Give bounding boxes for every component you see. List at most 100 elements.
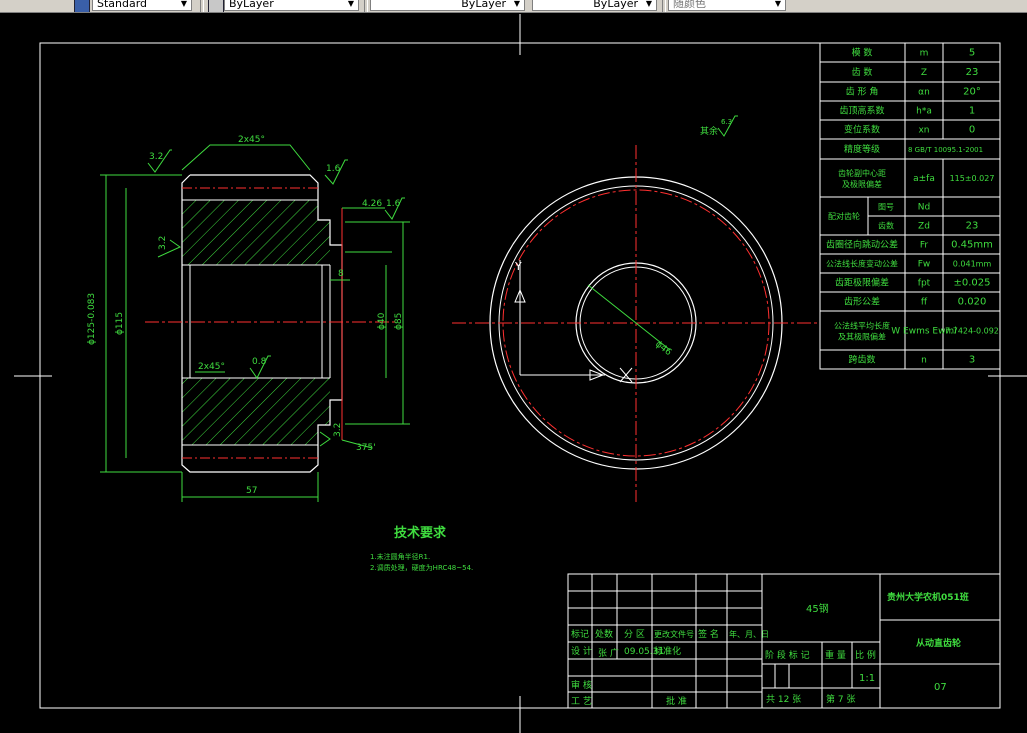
front-view: ϕ46 Y 其余 6.3	[452, 115, 820, 502]
tb-doc: 更改文件号	[654, 629, 694, 639]
color-select[interactable]: 随颜色 ▼	[668, 0, 786, 11]
param-name: 齿顶高系数	[839, 105, 884, 117]
dim-426-label: 4.26	[362, 199, 382, 209]
param-value: 8 GB/T 10095.1-2001	[908, 146, 983, 154]
tb-standardize: 标准化	[654, 645, 681, 657]
chevron-down-icon: ▼	[347, 0, 355, 8]
param-value: 0.020	[958, 297, 987, 308]
linetype-value: ByLayer	[461, 0, 506, 10]
param-name: 跨齿数	[848, 354, 875, 366]
chamfer-bottom-label: 2x45°	[198, 362, 225, 372]
param-value: 23	[966, 67, 979, 78]
param-name: 图号	[878, 203, 894, 212]
param-symbol: Z	[921, 68, 927, 78]
param-symbol: Nd	[918, 203, 930, 213]
param-symbol: m	[920, 49, 929, 59]
title-block: 45钢 贵州大学农机051班 从动直齿轮 07 标记 处数 分 区 更改文件号 …	[567, 573, 1001, 709]
roughness-32-top: 3.2	[149, 152, 163, 162]
dim-57-label: 57	[246, 486, 257, 496]
param-name: 变位系数	[844, 124, 880, 136]
hatch-lower	[182, 378, 330, 445]
param-name: 公法线平均长度	[834, 321, 890, 331]
param-name: 齿 形 角	[846, 86, 879, 98]
tb-mark: 标记	[571, 628, 589, 640]
lineweight-select[interactable]: ByLayer ▼	[532, 0, 657, 11]
school: 贵州大学农机051班	[887, 591, 969, 603]
param-name: 及极限偏差	[842, 179, 882, 189]
hatch-upper	[182, 200, 330, 265]
tb-count: 处数	[595, 628, 613, 640]
tb-date: 年、月、日	[729, 629, 769, 639]
dim-phi115-label: ϕ115	[115, 312, 125, 335]
dim-8-label: 8	[338, 269, 344, 279]
roughness-32-bottom: 3.2	[333, 423, 343, 437]
dim-phi40-label: ϕ40	[377, 312, 387, 330]
text-style-icon[interactable]	[74, 0, 90, 12]
param-rows: 模 数 m 5 齿 数 Z 23 齿 形 角 αn 20° 齿顶高系数 h*a 1 变位系数 xn 0 精度等…	[820, 47, 1000, 366]
tech-line-2: 2.调质处理，硬度为HRC48~54.	[370, 563, 473, 572]
tb-weight: 重 量	[825, 649, 846, 661]
dim-375-label: 375'	[356, 443, 376, 453]
param-value: 1	[969, 106, 975, 117]
param-symbol: a±fa	[913, 174, 935, 184]
param-value: 5	[969, 48, 975, 59]
other-roughness-value: 6.3	[721, 118, 732, 126]
param-name: 齿轮副中心距	[838, 168, 886, 178]
tb-approve: 批 准	[666, 695, 687, 707]
param-group-label: 配对齿轮	[828, 211, 860, 221]
roughness-32-left: 3.2	[158, 236, 168, 250]
tb-designer: 张 广	[598, 647, 619, 659]
param-symbol: h*a	[916, 107, 932, 117]
dim-phi125-label: ϕ125-0.083	[87, 293, 97, 345]
param-value: 0.041mm	[953, 260, 992, 269]
tb-sign: 签 名	[698, 628, 719, 640]
tb-design: 设 计	[571, 645, 592, 657]
param-value: 7.7424-0.092	[945, 327, 999, 336]
param-value: 20°	[963, 87, 981, 98]
param-symbol: fpt	[918, 279, 931, 289]
ucs-y-label: Y	[514, 260, 522, 273]
chamfer-top-label: 2x45°	[238, 135, 265, 145]
chevron-down-icon: ▼	[513, 0, 521, 8]
param-value: 3	[969, 355, 975, 366]
chamfer-top-leader	[181, 144, 311, 171]
text-style-select[interactable]: Standard ▼	[92, 0, 192, 11]
layer-select[interactable]: ByLayer ▼	[224, 0, 359, 11]
separator	[364, 0, 368, 12]
param-name: 齿距极限偏差	[835, 277, 889, 289]
tb-total-sheets: 共 12 张	[766, 694, 801, 705]
param-symbol: αn	[918, 88, 930, 98]
drawing-canvas[interactable]: 2x45° 2x45° 3.2 1.6 1.6 3.2 0.8 3.2 4.26…	[0, 13, 1027, 733]
material: 45钢	[806, 602, 829, 615]
param-name: 齿圈径向跳动公差	[826, 239, 898, 251]
toolbar: Standard ▼ ByLayer ▼ ByLayer ▼ ByLayer ▼ 随颜色…	[0, 0, 1027, 13]
tb-process: 工 艺	[571, 696, 592, 707]
param-symbol: ff	[921, 298, 928, 308]
tb-sheet-no: 第 7 张	[826, 693, 855, 705]
param-symbol: xn	[918, 126, 929, 136]
param-symbol: n	[921, 356, 927, 366]
param-name: 公法线长度变动公差	[826, 259, 898, 269]
param-name: 模 数	[852, 47, 873, 59]
roughness-08: 0.8	[252, 357, 267, 367]
layer-value: ByLayer	[229, 0, 274, 10]
param-symbol: Fw	[918, 260, 931, 270]
layer-icon[interactable]	[208, 0, 224, 12]
chevron-down-icon: ▼	[645, 0, 653, 8]
tb-scale-label: 比 例	[855, 649, 876, 661]
dim-phi46-label: ϕ46	[653, 339, 673, 358]
param-symbol: Zd	[918, 222, 930, 232]
part-name: 从动直齿轮	[916, 637, 961, 649]
other-roughness-label: 其余	[700, 125, 718, 137]
tb-zone: 分 区	[624, 629, 645, 640]
chevron-down-icon: ▼	[774, 0, 782, 8]
param-value: 23	[966, 221, 979, 232]
param-name: 精度等级	[844, 143, 880, 155]
tb-stage: 阶 段 标 记	[765, 649, 810, 661]
separator	[200, 0, 204, 12]
tb-review: 审 核	[571, 679, 592, 691]
linetype-select[interactable]: ByLayer ▼	[370, 0, 525, 11]
param-name: 及其极限偏差	[838, 332, 886, 342]
separator	[662, 0, 666, 12]
parameter-table: 模 数 m 5 齿 数 Z 23 齿 形 角 αn 20° 齿顶高系数 h*a 1 变位系数 xn 0 精度等…	[819, 42, 1001, 370]
